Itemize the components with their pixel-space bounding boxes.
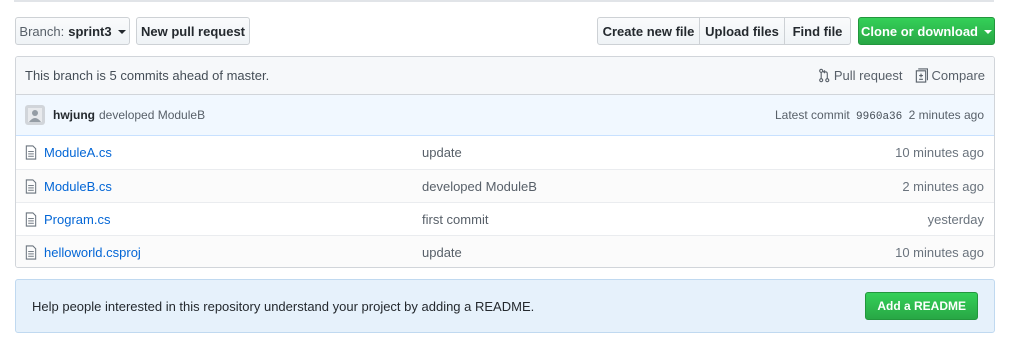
latest-commit-label: Latest commit bbox=[775, 107, 850, 122]
find-file-label: Find file bbox=[792, 23, 843, 39]
default-avatar-icon bbox=[28, 108, 42, 122]
branch-name: sprint3 bbox=[68, 23, 112, 39]
file-name-link[interactable]: Program.cs bbox=[44, 212, 422, 227]
repo-file-panel: This branch is 5 commits ahead of master… bbox=[15, 56, 995, 268]
pull-request-label: Pull request bbox=[833, 68, 903, 83]
file-icon bbox=[25, 211, 41, 227]
file-commit-message[interactable]: update bbox=[422, 245, 895, 260]
file-commit-message[interactable]: update bbox=[422, 145, 895, 160]
compare-link[interactable]: Compare bbox=[915, 68, 985, 83]
file-list: ModuleA.cs update 10 minutes ago ModuleB… bbox=[16, 136, 994, 267]
find-file-button[interactable]: Find file bbox=[785, 17, 851, 45]
clone-or-download-label: Clone or download bbox=[861, 23, 978, 39]
new-pull-request-button[interactable]: New pull request bbox=[136, 17, 250, 45]
file-row: Program.cs first commit yesterday bbox=[16, 202, 994, 235]
file-icon bbox=[25, 145, 41, 160]
file-commit-message[interactable]: first commit bbox=[422, 212, 928, 227]
file-icon bbox=[25, 178, 41, 194]
pull-request-link[interactable]: Pull request bbox=[818, 68, 903, 83]
file-name-link[interactable]: ModuleA.cs bbox=[44, 145, 422, 160]
create-new-file-button[interactable]: Create new file bbox=[597, 17, 700, 45]
branch-select-button[interactable]: Branch: sprint3 bbox=[15, 17, 130, 45]
branch-label: Branch: bbox=[19, 23, 65, 39]
top-divider bbox=[14, 0, 994, 2]
commit-age: 2 minutes ago bbox=[908, 107, 984, 122]
add-readme-button[interactable]: Add a README bbox=[865, 292, 978, 320]
file-name-link[interactable]: helloworld.csproj bbox=[44, 245, 422, 260]
file-name-link[interactable]: ModuleB.cs bbox=[44, 179, 422, 194]
file-age: 10 minutes ago bbox=[895, 244, 984, 260]
file-commit-message[interactable]: developed ModuleB bbox=[422, 179, 902, 194]
compare-label: Compare bbox=[931, 68, 985, 83]
readme-prompt: Help people interested in this repositor… bbox=[15, 279, 995, 333]
caret-down-icon bbox=[984, 30, 992, 34]
readme-help-text: Help people interested in this repositor… bbox=[32, 298, 535, 314]
upload-files-button[interactable]: Upload files bbox=[700, 17, 785, 45]
file-age: 10 minutes ago bbox=[895, 145, 984, 160]
file-row: ModuleB.cs developed ModuleB 2 minutes a… bbox=[16, 169, 994, 202]
file-row: ModuleA.cs update 10 minutes ago bbox=[16, 136, 994, 169]
create-new-file-label: Create new file bbox=[602, 23, 695, 39]
latest-commit-bar: hwjung developed ModuleB Latest commit 9… bbox=[16, 95, 994, 136]
commit-message[interactable]: developed ModuleB bbox=[99, 108, 775, 122]
new-pull-request-label: New pull request bbox=[140, 23, 246, 39]
diff-icon bbox=[915, 68, 928, 83]
upload-files-label: Upload files bbox=[705, 23, 779, 39]
git-pull-request-icon bbox=[818, 68, 830, 83]
commit-sha[interactable]: 9960a36 bbox=[856, 111, 902, 123]
latest-commit-info: Latest commit 9960a36 2 minutes ago bbox=[775, 108, 984, 123]
caret-down-icon bbox=[117, 30, 126, 34]
avatar[interactable] bbox=[25, 105, 45, 125]
file-age: yesterday bbox=[927, 211, 984, 227]
branch-status-text: This branch is 5 commits ahead of master… bbox=[25, 68, 270, 83]
commit-author[interactable]: hwjung bbox=[53, 108, 95, 122]
file-age: 2 minutes ago bbox=[902, 178, 984, 194]
file-icon bbox=[25, 244, 41, 260]
clone-or-download-button[interactable]: Clone or download bbox=[858, 17, 995, 45]
branch-info-bar: This branch is 5 commits ahead of master… bbox=[16, 57, 994, 95]
file-row: helloworld.csproj update 10 minutes ago bbox=[16, 235, 994, 267]
